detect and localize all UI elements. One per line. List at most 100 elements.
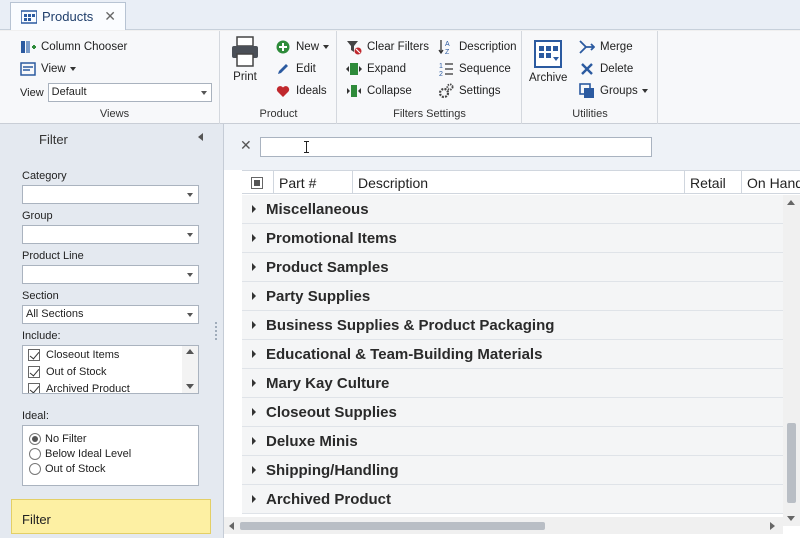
merge-button[interactable]: Merge (579, 39, 633, 55)
group-row[interactable]: Archived Product (242, 485, 783, 514)
group-row-label: Product Samples (266, 258, 389, 276)
grid-horizontal-scrollbar[interactable] (224, 517, 783, 534)
column-description[interactable]: Description (352, 171, 684, 194)
checkbox-icon[interactable] (28, 348, 40, 361)
expand-arrow-icon[interactable] (252, 350, 256, 358)
group-row[interactable]: Promotional Items (242, 224, 783, 253)
expand-arrow-icon[interactable] (252, 234, 256, 242)
expand-arrow-icon[interactable] (252, 466, 256, 474)
scroll-right-icon[interactable] (770, 522, 775, 530)
include-listbox-scrollbar[interactable] (182, 346, 198, 393)
scroll-down-icon[interactable] (787, 516, 795, 521)
group-row-label: Mary Kay Culture (266, 374, 390, 392)
radio-selected-icon[interactable] (29, 432, 41, 445)
group-row[interactable]: Educational & Team-Building Materials (242, 340, 783, 369)
group-row[interactable]: Product Samples (242, 253, 783, 282)
expand-arrow-icon[interactable] (252, 321, 256, 329)
select-all-checkbox-icon[interactable] (251, 177, 263, 189)
ideal-option-out-of-stock[interactable]: Out of Stock (23, 461, 198, 476)
group-row[interactable]: Mary Kay Culture (242, 369, 783, 398)
select-all-column[interactable] (242, 171, 273, 194)
group-row[interactable]: Deluxe Minis (242, 427, 783, 456)
archive-button[interactable]: Archive (529, 39, 567, 84)
group-row[interactable]: Party Supplies (242, 282, 783, 311)
view-menu-button[interactable]: View (20, 61, 76, 77)
expand-button[interactable]: Expand (346, 61, 406, 77)
close-tab-icon[interactable]: ✕ (104, 8, 116, 25)
expand-arrow-icon[interactable] (252, 408, 256, 416)
group-label: Group (22, 210, 53, 222)
product-line-select[interactable] (22, 265, 199, 284)
include-item-closeout[interactable]: Closeout Items (23, 346, 198, 363)
group-row[interactable]: Miscellaneous (242, 195, 783, 224)
scroll-up-icon[interactable] (787, 200, 795, 205)
edit-button[interactable]: Edit (275, 61, 316, 77)
column-retail[interactable]: Retail (684, 171, 741, 194)
search-input[interactable] (260, 137, 652, 157)
checkbox-icon[interactable] (28, 382, 40, 393)
radio-icon[interactable] (29, 447, 41, 460)
category-select[interactable] (22, 185, 199, 204)
group-row-label: Deluxe Minis (266, 432, 358, 450)
filter-panel-header: Filter (11, 124, 222, 153)
group-row[interactable]: Shipping/Handling (242, 456, 783, 485)
tab-products[interactable]: Products ✕ (10, 2, 126, 30)
sort-description-button[interactable]: AZ Description (438, 39, 517, 55)
expand-arrow-icon[interactable] (252, 292, 256, 300)
svg-text:Z: Z (445, 49, 450, 55)
grid-header: Part # Description Retail On Hand (242, 170, 800, 194)
settings-button[interactable]: Settings (438, 83, 501, 99)
chevron-down-icon (200, 91, 207, 95)
view-select[interactable]: Default (47, 83, 212, 102)
collapse-button[interactable]: Collapse (346, 83, 412, 99)
checkbox-icon[interactable] (28, 365, 40, 378)
clear-search-icon[interactable]: ✕ (240, 137, 252, 154)
expand-arrow-icon[interactable] (252, 437, 256, 445)
column-chooser-button[interactable]: Column Chooser (20, 39, 127, 55)
ideals-button[interactable]: Ideals (275, 83, 327, 99)
include-item-archived[interactable]: Archived Product (23, 380, 198, 394)
sort-numeric-icon: 12 (438, 61, 454, 77)
print-button[interactable]: Print (228, 36, 262, 83)
include-item-out-of-stock[interactable]: Out of Stock (23, 363, 198, 380)
scroll-up-icon[interactable] (186, 349, 194, 354)
group-select[interactable] (22, 225, 199, 244)
column-on-hand[interactable]: On Hand (741, 171, 800, 194)
gear-icon (438, 83, 454, 99)
ideal-option-below-ideal[interactable]: Below Ideal Level (23, 446, 198, 461)
section-select[interactable]: All Sections (22, 305, 199, 324)
horizontal-scroll-thumb[interactable] (240, 522, 545, 530)
scroll-down-icon[interactable] (186, 384, 194, 389)
column-part-number[interactable]: Part # (273, 171, 352, 194)
expand-arrow-icon[interactable] (252, 263, 256, 271)
vertical-scroll-thumb[interactable] (787, 423, 796, 503)
include-item-label: Closeout Items (46, 348, 120, 361)
sort-sequence-button[interactable]: 12 Sequence (438, 61, 511, 77)
radio-icon[interactable] (29, 462, 41, 475)
new-button[interactable]: New (275, 39, 330, 55)
section-select-value: All Sections (26, 308, 84, 320)
apply-filter-button[interactable]: Filter (11, 499, 211, 534)
chevron-down-icon (641, 89, 648, 93)
include-item-label: Archived Product (46, 382, 130, 394)
collapse-panel-icon[interactable] (198, 133, 203, 141)
text-cursor-icon (304, 141, 309, 153)
scroll-left-icon[interactable] (229, 522, 234, 530)
chevron-down-icon (187, 273, 193, 277)
groups-button[interactable]: Groups (579, 83, 648, 99)
grid-vertical-scrollbar[interactable] (783, 195, 800, 526)
panel-splitter-grip[interactable] (214, 321, 218, 341)
chevron-down-icon (323, 45, 330, 49)
expand-arrow-icon[interactable] (252, 495, 256, 503)
clear-filters-button[interactable]: Clear Filters (346, 39, 429, 55)
group-row[interactable]: Business Supplies & Product Packaging (242, 311, 783, 340)
delete-button[interactable]: Delete (579, 61, 633, 77)
column-chooser-icon (20, 39, 36, 55)
group-row-label: Closeout Supplies (266, 403, 397, 421)
group-row[interactable]: Closeout Supplies (242, 398, 783, 427)
ideal-option-no-filter[interactable]: No Filter (23, 431, 198, 446)
include-listbox[interactable]: Closeout Items Out of Stock Archived Pro… (22, 345, 199, 394)
collapse-label: Collapse (367, 85, 412, 97)
expand-arrow-icon[interactable] (252, 379, 256, 387)
expand-arrow-icon[interactable] (252, 205, 256, 213)
